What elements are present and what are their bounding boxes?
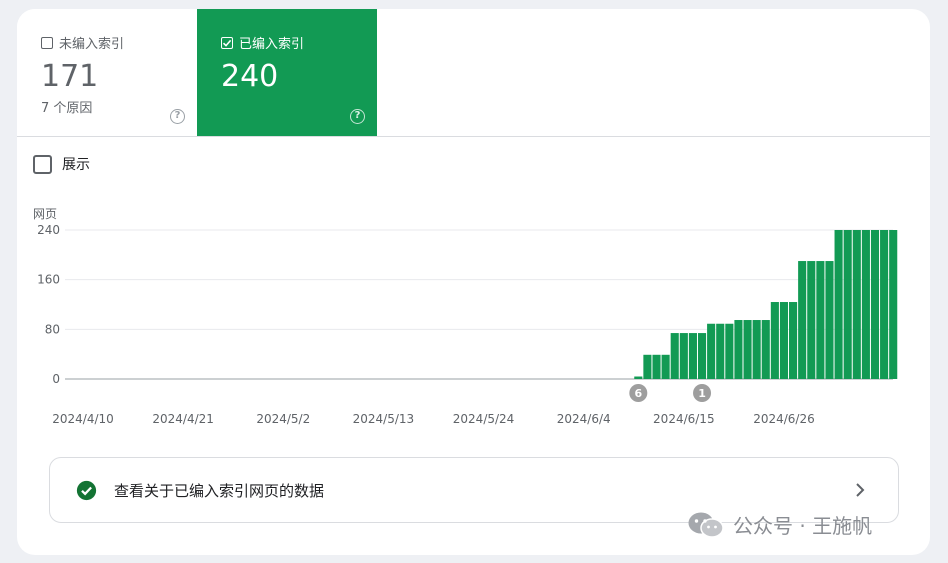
bar — [825, 261, 834, 379]
x-tick-label: 2024/5/2 — [256, 412, 310, 426]
y-tick-label: 240 — [37, 223, 60, 237]
show-impressions-label: 展示 — [62, 157, 90, 173]
bar — [770, 302, 779, 379]
bar — [852, 230, 861, 379]
bar — [779, 302, 789, 379]
x-tick-label: 2024/5/24 — [453, 412, 515, 426]
y-tick-label: 160 — [37, 273, 60, 287]
x-tick-label: 2024/4/21 — [152, 412, 214, 426]
bar — [697, 333, 707, 379]
watermark-text: 公众号 · 王施帆 — [733, 514, 873, 538]
bar — [798, 261, 807, 379]
bar — [643, 354, 652, 379]
bar — [716, 323, 725, 379]
bar — [725, 323, 734, 379]
checkbox-unchecked-icon[interactable] — [41, 36, 53, 49]
bar — [816, 261, 825, 379]
bar — [870, 230, 880, 379]
checkbox-checked-icon[interactable] — [221, 36, 233, 49]
tile-indexed-label: 已编入索引 — [239, 37, 305, 52]
view-indexed-pages-text: 查看关于已编入索引网页的数据 — [114, 481, 325, 500]
x-tick-label: 2024/5/13 — [353, 412, 415, 426]
help-icon[interactable]: ? — [350, 109, 365, 124]
x-tick-label: 2024/6/15 — [653, 412, 715, 426]
help-icon[interactable]: ? — [170, 109, 185, 124]
bar — [652, 354, 661, 379]
y-tick-label: 80 — [45, 322, 60, 336]
bar — [707, 323, 716, 379]
checkbox-unchecked-icon[interactable] — [33, 154, 52, 174]
x-tick-label: 2024/6/4 — [557, 412, 611, 426]
check-circle-icon — [76, 480, 97, 500]
page-indexing-card: 未编入索引 171 7 个原因 ? 已编入索引 240 ? 展示 网页 0 80 16… — [17, 9, 930, 555]
tile-indexed-count: 240 — [221, 59, 279, 94]
x-tick-label: 2024/6/26 — [753, 412, 815, 426]
bar — [670, 333, 679, 379]
y-axis-title: 网页 — [33, 207, 57, 221]
wechat-icon — [688, 512, 724, 538]
bar — [880, 230, 889, 379]
bar — [834, 230, 843, 379]
bar — [861, 230, 870, 379]
bar — [789, 302, 798, 379]
bar — [889, 230, 898, 379]
chevron-right-icon — [856, 483, 865, 497]
annotation-label: 1 — [698, 387, 706, 400]
tile-not-indexed-count: 171 — [41, 59, 99, 94]
tile-indexed[interactable]: 已编入索引 240 ? — [197, 9, 377, 136]
summary-tiles: 未编入索引 171 7 个原因 ? 已编入索引 240 ? — [17, 9, 930, 137]
bar — [688, 333, 697, 379]
bar — [843, 230, 852, 379]
bar — [634, 376, 643, 379]
tile-not-indexed[interactable]: 未编入索引 171 7 个原因 ? — [17, 9, 197, 136]
indexed-pages-chart: 网页 0 80 160 240 6 1 2024/4/10 2024/4/21 2024/5/2 2… — [33, 207, 898, 426]
bar — [807, 261, 816, 379]
x-tick-label: 2024/4/10 — [52, 412, 114, 426]
bar — [679, 333, 688, 379]
bar — [752, 320, 761, 379]
annotation-label: 6 — [634, 387, 642, 400]
y-tick-label: 0 — [52, 372, 60, 386]
watermark: 公众号 · 王施帆 — [687, 510, 872, 539]
bar — [661, 354, 670, 379]
bar — [743, 320, 752, 379]
tile-indexed-header: 已编入索引 — [221, 33, 304, 52]
show-impressions-toggle[interactable]: 展示 — [33, 154, 90, 174]
tile-not-indexed-header: 未编入索引 — [41, 33, 124, 52]
tile-not-indexed-reasons: 7 个原因 — [41, 101, 93, 116]
tile-not-indexed-label: 未编入索引 — [59, 37, 125, 52]
bar — [761, 320, 770, 379]
bar — [734, 320, 743, 379]
